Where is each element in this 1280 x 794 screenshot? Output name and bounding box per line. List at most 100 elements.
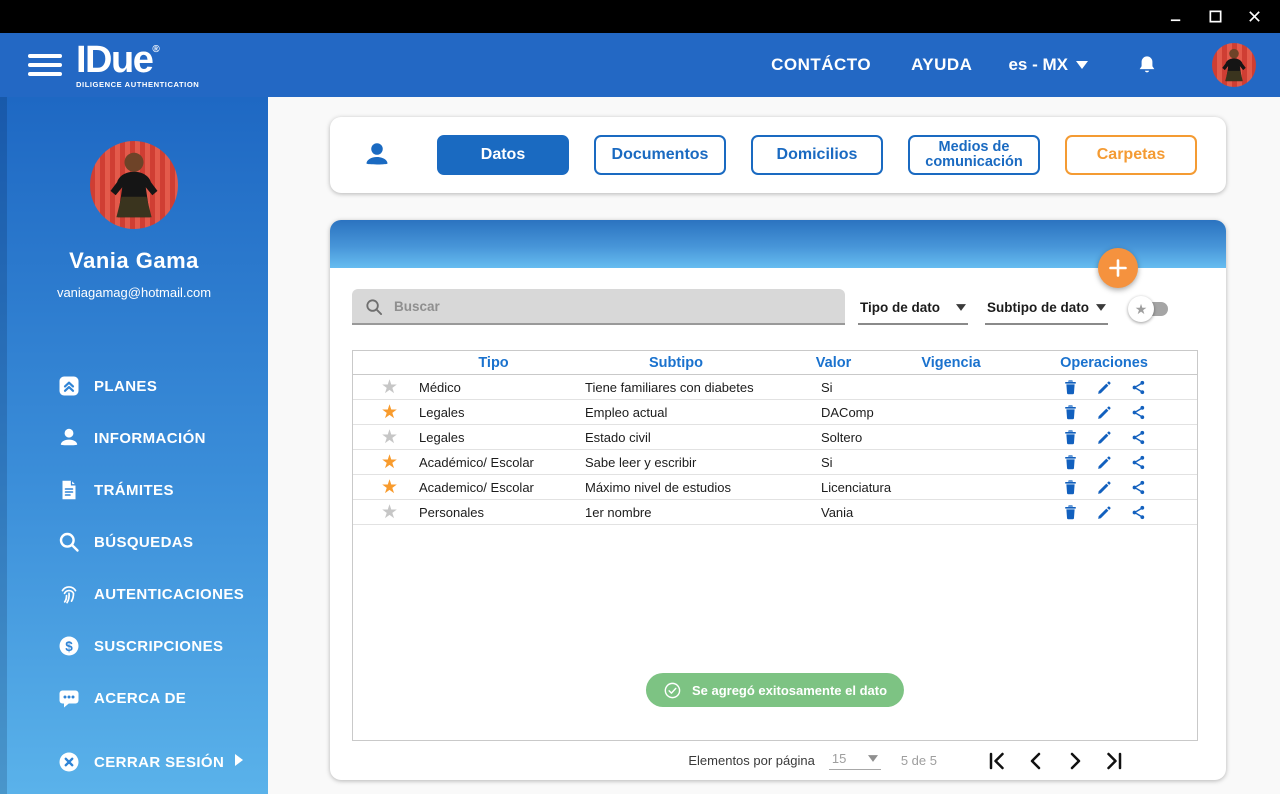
- table-row: ★ Académico/ Escolar Sabe leer y escribi…: [353, 450, 1197, 475]
- share-icon[interactable]: [1130, 379, 1147, 396]
- sidebar-item-acerca-de[interactable]: ACERCA DE: [0, 672, 268, 724]
- minimize-icon[interactable]: [1169, 9, 1184, 24]
- filter-subtipo-de-dato[interactable]: Subtipo de dato: [985, 291, 1108, 325]
- app-logo: IDue® DILIGENCE AUTHENTICATION: [76, 41, 199, 89]
- sidebar-item-planes[interactable]: PLANES: [0, 360, 268, 412]
- delete-icon[interactable]: [1062, 429, 1079, 446]
- cell-subtipo: Estado civil: [585, 429, 651, 445]
- tabs: Datos Documentos Domicilios Medios de co…: [437, 135, 1197, 175]
- cell-tipo: Médico: [419, 379, 461, 395]
- table-body: ★ Médico Tiene familiares con diabetes S…: [353, 375, 1197, 525]
- data-table: Tipo Subtipo Valor Vigencia Operaciones …: [352, 350, 1198, 741]
- cell-subtipo: Sabe leer y escribir: [585, 454, 697, 470]
- col-tipo: Tipo: [478, 354, 509, 371]
- hamburger-icon[interactable]: [28, 54, 62, 76]
- favorite-star-icon[interactable]: ★: [381, 377, 398, 398]
- share-icon[interactable]: [1130, 479, 1147, 496]
- caret-right-icon: [224, 753, 244, 771]
- main-content: Datos Documentos Domicilios Medios de co…: [268, 97, 1280, 794]
- logo-subtitle: DILIGENCE AUTHENTICATION: [76, 80, 200, 89]
- sidebar-item-suscripciones[interactable]: $ SUSCRIPCIONES: [0, 620, 268, 672]
- cell-valor: Soltero: [821, 429, 863, 445]
- page-size-label: Elementos por página: [688, 753, 815, 768]
- share-icon[interactable]: [1130, 454, 1147, 471]
- delete-icon[interactable]: [1062, 379, 1079, 396]
- add-data-button[interactable]: [1098, 248, 1138, 288]
- table-row: ★ Personales 1er nombre Vania: [353, 500, 1197, 525]
- caret-down-icon: [867, 755, 878, 762]
- delete-icon[interactable]: [1062, 454, 1079, 471]
- svg-text:$: $: [65, 639, 73, 654]
- person-icon: [57, 426, 81, 450]
- first-page-icon[interactable]: [985, 749, 1009, 773]
- page-size-select[interactable]: 15: [828, 751, 881, 770]
- close-icon[interactable]: [1247, 9, 1262, 24]
- favorite-star-icon[interactable]: ★: [381, 477, 398, 498]
- favorite-star-icon[interactable]: ★: [381, 502, 398, 523]
- edit-icon[interactable]: [1096, 379, 1113, 396]
- cell-tipo: Legales: [419, 404, 465, 420]
- window-titlebar: [0, 0, 1280, 33]
- sidebar-profile: Vania Gama vaniagamag@hotmail.com: [0, 97, 268, 300]
- share-icon[interactable]: [1130, 429, 1147, 446]
- table-header-row: Tipo Subtipo Valor Vigencia Operaciones: [353, 351, 1197, 375]
- language-selector[interactable]: es - MX: [1008, 55, 1088, 75]
- edit-icon[interactable]: [1096, 454, 1113, 471]
- caret-down-icon: [1096, 303, 1106, 311]
- cell-valor: DAComp: [821, 404, 874, 420]
- cell-valor: Si: [821, 454, 833, 470]
- pagination: Elementos por página 15 5 de 5: [352, 741, 1204, 780]
- nav-ayuda[interactable]: AYUDA: [911, 55, 972, 75]
- nav-contacto[interactable]: CONTÁCTO: [771, 55, 871, 75]
- edit-icon[interactable]: [1096, 429, 1113, 446]
- prev-page-icon[interactable]: [1024, 749, 1048, 773]
- delete-icon[interactable]: [1062, 504, 1079, 521]
- edit-icon[interactable]: [1096, 504, 1113, 521]
- sidebar-logout-menu: CERRAR SESIÓN: [0, 736, 268, 788]
- sidebar-item-busquedas[interactable]: BÚSQUEDAS: [0, 516, 268, 568]
- cell-subtipo: Empleo actual: [585, 404, 668, 420]
- favorite-star-icon[interactable]: ★: [381, 402, 398, 423]
- filter-tipo-de-dato[interactable]: Tipo de dato: [858, 291, 968, 325]
- table-row: ★ Academico/ Escolar Máximo nivel de est…: [353, 475, 1197, 500]
- sidebar: Vania Gama vaniagamag@hotmail.com PLANES…: [0, 97, 268, 794]
- edit-icon[interactable]: [1096, 479, 1113, 496]
- tab-domicilios[interactable]: Domicilios: [751, 135, 883, 175]
- tab-datos[interactable]: Datos: [437, 135, 569, 175]
- sidebar-item-tramites[interactable]: TRÁMITES: [0, 464, 268, 516]
- app-header: IDue® DILIGENCE AUTHENTICATION CONTÁCTO …: [0, 33, 1280, 97]
- share-icon[interactable]: [1130, 404, 1147, 421]
- tab-medios-de-comunicacion[interactable]: Medios de comunicación: [908, 135, 1040, 175]
- sidebar-item-autenticaciones[interactable]: AUTENTICACIONES: [0, 568, 268, 620]
- logo-title: IDue®: [76, 39, 160, 81]
- edit-icon[interactable]: [1096, 404, 1113, 421]
- sidebar-item-cerrar-sesion[interactable]: CERRAR SESIÓN: [0, 736, 268, 788]
- next-page-icon[interactable]: [1063, 749, 1087, 773]
- bell-icon[interactable]: [1136, 53, 1158, 77]
- page-range: 5 de 5: [900, 753, 937, 768]
- favorite-star-icon[interactable]: ★: [381, 427, 398, 448]
- cell-tipo: Personales: [419, 504, 485, 520]
- panel-header-band: [330, 220, 1226, 268]
- share-icon[interactable]: [1130, 504, 1147, 521]
- cell-valor: Vania: [821, 504, 854, 520]
- search-input[interactable]: [352, 289, 845, 325]
- header-avatar[interactable]: [1212, 43, 1256, 87]
- fingerprint-icon: [57, 582, 81, 606]
- maximize-icon[interactable]: [1208, 9, 1223, 24]
- delete-icon[interactable]: [1062, 404, 1079, 421]
- dollar-icon: $: [57, 634, 81, 658]
- col-vigencia: Vigencia: [921, 354, 981, 371]
- tab-carpetas[interactable]: Carpetas: [1065, 135, 1197, 175]
- user-avatar: [90, 141, 178, 229]
- favorite-star-icon[interactable]: ★: [381, 452, 398, 473]
- delete-icon[interactable]: [1062, 479, 1079, 496]
- sidebar-item-informacion[interactable]: INFORMACIÓN: [0, 412, 268, 464]
- favorites-toggle[interactable]: ★: [1128, 296, 1168, 322]
- data-panel: Tipo de dato Subtipo de dato ★ Tipo Subt…: [330, 220, 1226, 780]
- tab-documentos[interactable]: Documentos: [594, 135, 726, 175]
- table-row: ★ Legales Empleo actual DAComp: [353, 400, 1197, 425]
- last-page-icon[interactable]: [1102, 749, 1126, 773]
- table-row: ★ Legales Estado civil Soltero: [353, 425, 1197, 450]
- star-icon: ★: [1128, 296, 1154, 322]
